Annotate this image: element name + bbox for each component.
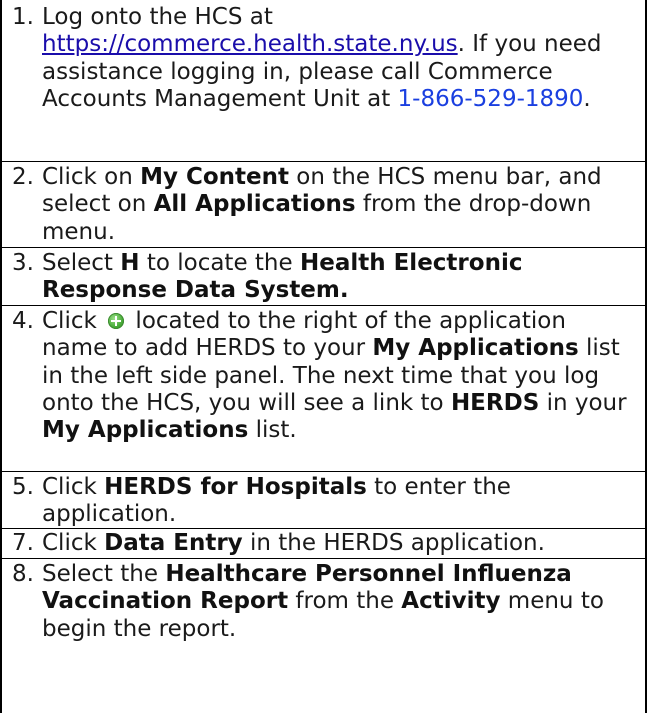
- step-text: Click located to the right of the applic…: [42, 308, 627, 444]
- step-number: 8.: [12, 561, 34, 587]
- add-circle-icon: [108, 313, 125, 329]
- step-5: 5. Click HERDS for Hospitals to enter th…: [2, 472, 645, 529]
- phone-number[interactable]: 1-866-529-1890: [398, 86, 584, 112]
- step-4: 4. Click located to the right of the app…: [2, 306, 645, 472]
- step-text: Click on My Content on the HCS menu bar,…: [42, 164, 602, 245]
- step-2: 2. Click on My Content on the HCS menu b…: [2, 162, 645, 248]
- instructions-panel: 1. Log onto the HCS at https://commerce.…: [0, 0, 647, 713]
- step-number: 1.: [12, 4, 34, 30]
- step-number: 2.: [12, 164, 34, 190]
- step-number: 4.: [12, 308, 34, 334]
- step-8: 8. Select the Healthcare Personnel Influ…: [2, 559, 645, 713]
- step-text: Click HERDS for Hospitals to enter the a…: [42, 474, 511, 528]
- step-1: 1. Log onto the HCS at https://commerce.…: [2, 0, 645, 162]
- step-number: 3.: [12, 250, 34, 276]
- step-number: 7.: [12, 530, 34, 556]
- step-text: Select the Healthcare Personnel Influenz…: [42, 561, 604, 642]
- step-text: Click Data Entry in the HERDS applicatio…: [42, 530, 545, 556]
- step-text: Select H to locate the Health Electronic…: [42, 250, 523, 304]
- step-text: Log onto the HCS at https://commerce.hea…: [42, 4, 602, 112]
- hcs-link[interactable]: https://commerce.health.state.ny.us: [42, 31, 458, 57]
- step-number: 5.: [12, 474, 34, 500]
- step-3: 3. Select H to locate the Health Electro…: [2, 248, 645, 306]
- step-7: 7. Click Data Entry in the HERDS applica…: [2, 529, 645, 559]
